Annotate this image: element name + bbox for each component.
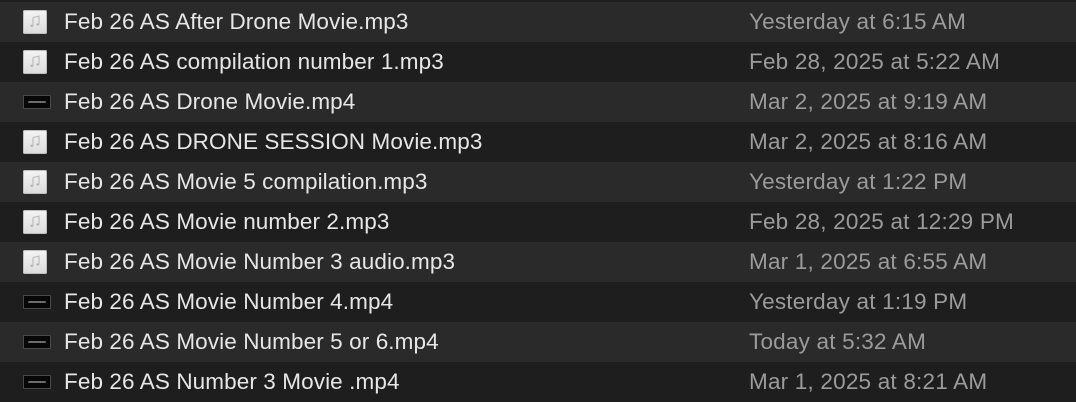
file-row[interactable]: Feb 26 AS Movie 5 compilation.mp3 Yester… (0, 162, 1076, 202)
file-row[interactable]: Feb 26 AS After Drone Movie.mp3 Yesterda… (0, 2, 1076, 42)
file-name: Feb 26 AS DRONE SESSION Movie.mp3 (64, 129, 483, 154)
file-row[interactable]: Feb 26 AS compilation number 1.mp3 Feb 2… (0, 42, 1076, 82)
file-row[interactable]: Feb 26 AS DRONE SESSION Movie.mp3 Mar 2,… (0, 122, 1076, 162)
file-row[interactable]: Feb 26 AS Movie Number 4.mp4 Yesterday a… (0, 282, 1076, 322)
file-row[interactable]: Feb 26 AS Movie Number 3 audio.mp3 Mar 1… (0, 242, 1076, 282)
video-frame-strip (28, 301, 46, 303)
file-name: Feb 26 AS Movie Number 5 or 6.mp4 (64, 329, 439, 354)
audio-file-icon (23, 10, 47, 34)
video-thumbnail-icon (23, 375, 51, 389)
file-row[interactable]: Feb 26 AS Movie Number 5 or 6.mp4 Today … (0, 322, 1076, 362)
file-list: Feb 26 AS After Drone Movie.mp3 Yesterda… (0, 0, 1076, 402)
file-date-modified: Yesterday at 1:19 PM (749, 289, 968, 314)
video-thumbnail-icon (23, 295, 51, 309)
file-date-modified: Yesterday at 1:22 PM (749, 169, 968, 194)
file-row[interactable]: Feb 26 AS Number 3 Movie .mp4 Mar 1, 202… (0, 362, 1076, 402)
file-row[interactable]: Feb 26 AS Movie number 2.mp3 Feb 28, 202… (0, 202, 1076, 242)
music-note-icon (30, 175, 40, 187)
audio-file-icon (23, 250, 47, 274)
audio-file-icon (23, 210, 47, 234)
file-name: Feb 26 AS Number 3 Movie .mp4 (64, 369, 400, 394)
file-name: Feb 26 AS After Drone Movie.mp3 (64, 9, 409, 34)
video-frame-strip (28, 101, 46, 103)
file-name: Feb 26 AS Movie number 2.mp3 (64, 209, 390, 234)
file-date-modified: Mar 2, 2025 at 9:19 AM (749, 89, 988, 114)
music-note-icon (30, 15, 40, 27)
video-thumbnail-icon (23, 95, 51, 109)
file-date-modified: Today at 5:32 AM (749, 329, 927, 354)
file-row[interactable]: Feb 26 AS Drone Movie.mp4 Mar 2, 2025 at… (0, 82, 1076, 122)
file-name: Feb 26 AS Movie Number 4.mp4 (64, 289, 394, 314)
audio-file-icon (23, 170, 47, 194)
file-name: Feb 26 AS Movie Number 3 audio.mp3 (64, 249, 456, 274)
music-note-icon (30, 135, 40, 147)
file-date-modified: Yesterday at 6:15 AM (749, 9, 967, 34)
video-frame-strip (28, 381, 46, 383)
video-frame-strip (28, 341, 46, 343)
audio-file-icon (23, 50, 47, 74)
file-name: Feb 26 AS Movie 5 compilation.mp3 (64, 169, 428, 194)
music-note-icon (30, 215, 40, 227)
file-name: Feb 26 AS compilation number 1.mp3 (64, 49, 444, 74)
music-note-icon (30, 255, 40, 267)
file-date-modified: Mar 2, 2025 at 8:16 AM (749, 129, 988, 154)
video-thumbnail-icon (23, 335, 51, 349)
file-date-modified: Feb 28, 2025 at 12:29 PM (749, 209, 1014, 234)
file-date-modified: Mar 1, 2025 at 8:21 AM (749, 369, 988, 394)
file-name: Feb 26 AS Drone Movie.mp4 (64, 89, 356, 114)
file-date-modified: Feb 28, 2025 at 5:22 AM (749, 49, 1001, 74)
file-date-modified: Mar 1, 2025 at 6:55 AM (749, 249, 988, 274)
music-note-icon (30, 55, 40, 67)
audio-file-icon (23, 130, 47, 154)
